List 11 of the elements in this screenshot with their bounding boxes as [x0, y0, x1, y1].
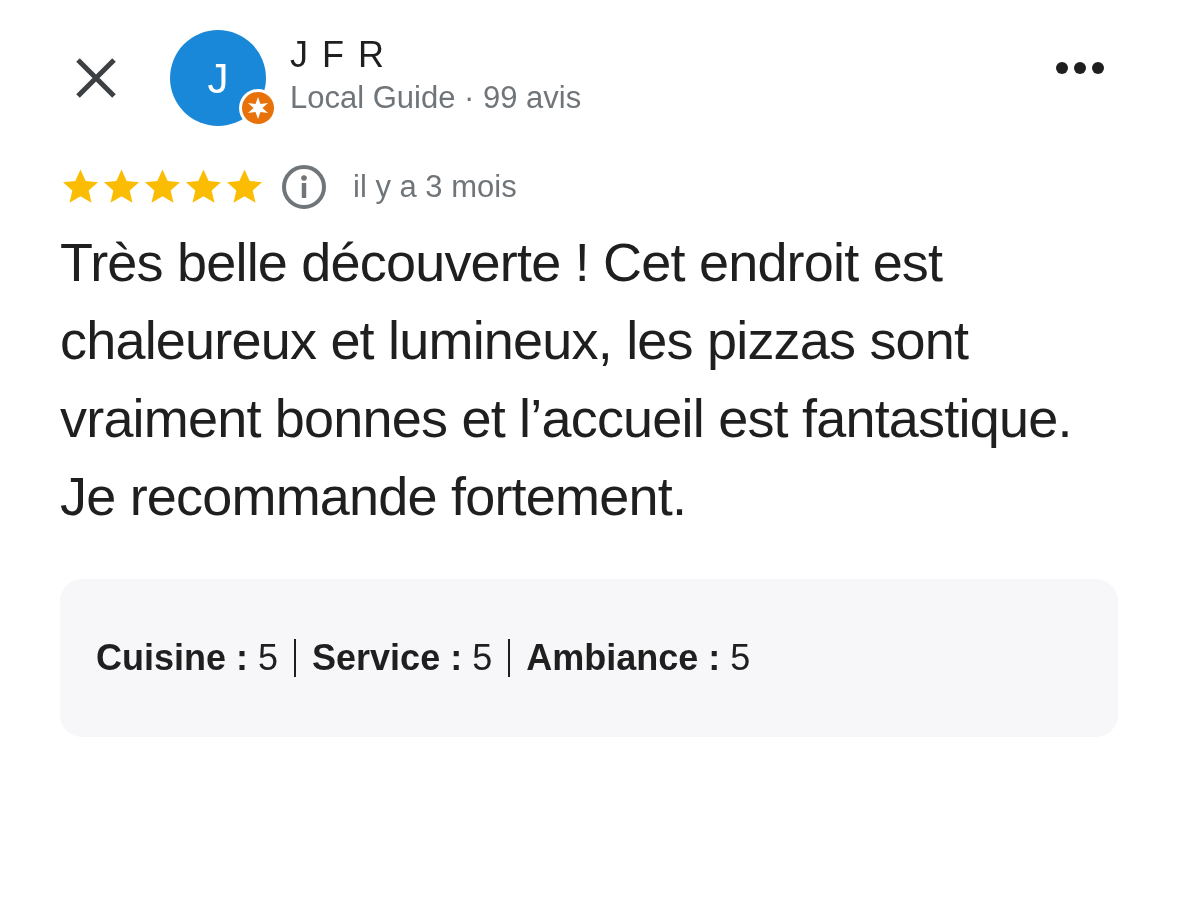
avatar[interactable]: J: [170, 30, 266, 126]
user-name: J F R: [290, 34, 387, 75]
review-time: il y a 3 mois: [353, 168, 517, 206]
rating-text: Service : 5: [312, 635, 493, 680]
close-icon[interactable]: [74, 56, 118, 100]
review-text: Très belle découverte ! Cet endroit est chaleureux et lumineux, les pizzas sont vraiment bonnes et l’accueil est fantastique. Je recommande fortement.: [60, 230, 1073, 528]
info-icon[interactable]: [281, 164, 327, 211]
more-icon[interactable]: [1055, 61, 1105, 75]
user-subtitle: Local Guide · 99 avis: [290, 78, 583, 117]
rating-text: Cuisine : 5: [96, 635, 279, 680]
rating-text: Ambiance : 5: [526, 635, 751, 680]
